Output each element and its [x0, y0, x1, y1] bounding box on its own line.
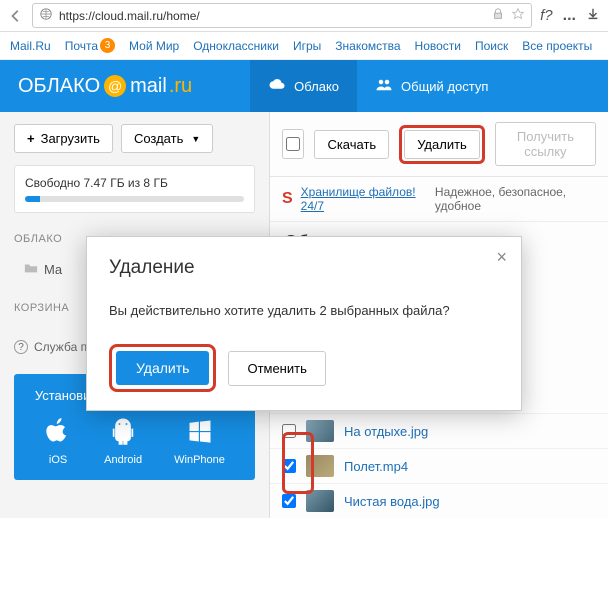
browser-menu-button[interactable]: ...: [563, 7, 576, 25]
url-text: https://cloud.mail.ru/home/: [59, 9, 485, 23]
bookmark-icon[interactable]: [511, 7, 525, 24]
people-icon: [375, 76, 393, 97]
file-row[interactable]: Чистая вода.jpg: [270, 483, 608, 518]
upload-button[interactable]: + Загрузить: [14, 124, 113, 153]
platform-winphone[interactable]: WinPhone: [174, 417, 225, 466]
at-icon: @: [104, 75, 126, 97]
nav-mailru[interactable]: Mail.Ru: [10, 39, 51, 53]
browser-f-button[interactable]: f?: [540, 7, 553, 24]
tab-cloud[interactable]: Облако: [250, 60, 357, 112]
back-button[interactable]: [8, 8, 24, 24]
modal-title: Удаление: [109, 257, 499, 279]
delete-button[interactable]: Удалить: [404, 130, 480, 159]
nav-ok[interactable]: Одноклассники: [193, 39, 279, 53]
storage-box: Свободно 7.47 ГБ из 8 ГБ: [14, 165, 255, 213]
create-button[interactable]: Создать ▼: [121, 124, 213, 153]
nav-games[interactable]: Игры: [293, 39, 321, 53]
s-icon: S: [282, 190, 293, 208]
cloud-icon: [268, 76, 286, 97]
close-icon[interactable]: ×: [496, 247, 507, 268]
storage-text: Свободно 7.47 ГБ из 8 ГБ: [25, 176, 244, 190]
logo[interactable]: ОБЛАКО @ mail.ru: [0, 75, 210, 98]
download-button[interactable]: Скачать: [314, 130, 389, 159]
nav-dating[interactable]: Знакомства: [335, 39, 400, 53]
folder-icon: [24, 261, 38, 278]
plus-icon: +: [27, 131, 35, 146]
modal-text: Вы действительно хотите удалить 2 выбран…: [109, 303, 499, 318]
nav-search[interactable]: Поиск: [475, 39, 508, 53]
confirm-delete-button[interactable]: Удалить: [116, 351, 209, 385]
caret-down-icon: ▼: [191, 134, 200, 144]
download-icon[interactable]: [586, 7, 600, 24]
apple-icon: [44, 417, 72, 448]
select-all-checkbox[interactable]: [282, 129, 304, 159]
windows-icon: [186, 417, 214, 448]
help-icon: ?: [14, 340, 28, 354]
platform-ios[interactable]: iOS: [44, 417, 72, 466]
android-icon: [109, 417, 137, 448]
cancel-button[interactable]: Отменить: [228, 351, 325, 386]
file-checkbox[interactable]: [282, 494, 296, 508]
highlight-checkboxes: [282, 432, 314, 494]
ad-strip[interactable]: S Хранилище файлов! 24/7 Надежное, безоп…: [270, 177, 608, 222]
file-row[interactable]: Полет.mp4: [270, 448, 608, 483]
lock-icon: [491, 7, 505, 24]
file-row[interactable]: На отдыхе.jpg: [270, 413, 608, 448]
storage-progress: [25, 196, 244, 202]
nav-mail[interactable]: Почта: [65, 39, 98, 53]
file-name: Чистая вода.jpg: [344, 494, 440, 509]
nav-news[interactable]: Новости: [415, 39, 461, 53]
nav-allprojects[interactable]: Все проекты: [522, 39, 592, 53]
url-bar[interactable]: https://cloud.mail.ru/home/: [32, 3, 532, 28]
file-name: Полет.mp4: [344, 459, 408, 474]
mail-badge: 3: [100, 38, 115, 53]
file-name: На отдыхе.jpg: [344, 424, 428, 439]
tab-shared[interactable]: Общий доступ: [357, 60, 506, 112]
globe-icon: [39, 7, 53, 24]
getlink-button[interactable]: Получить ссылку: [495, 122, 596, 166]
platform-android[interactable]: Android: [104, 417, 142, 466]
delete-modal: × Удаление Вы действительно хотите удали…: [86, 236, 522, 411]
nav-mymir[interactable]: Мой Мир: [129, 39, 179, 53]
